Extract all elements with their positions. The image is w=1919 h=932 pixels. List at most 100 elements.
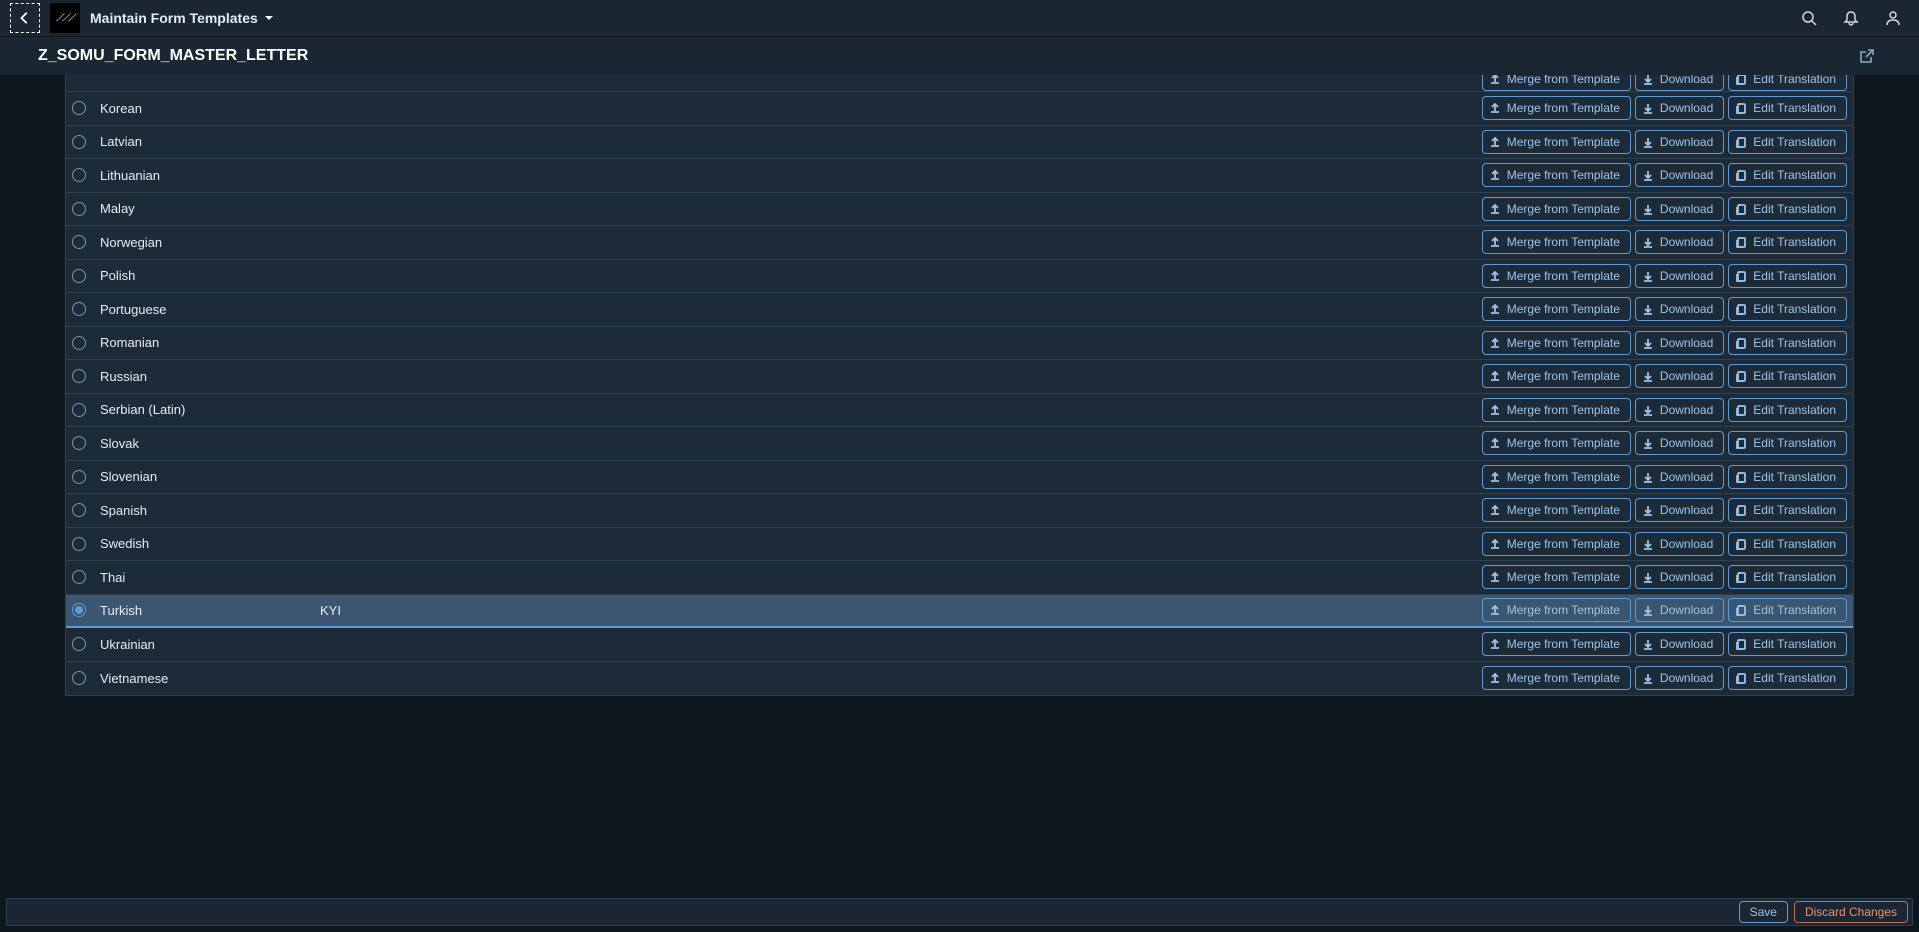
user-button[interactable] <box>1877 2 1909 34</box>
download-button[interactable]: Download <box>1635 598 1724 622</box>
download-button[interactable]: Download <box>1635 264 1724 288</box>
table-row[interactable]: SwedishMerge from TemplateDownloadEdit T… <box>66 528 1853 562</box>
row-radio[interactable] <box>72 403 86 417</box>
table-row[interactable]: ThaiMerge from TemplateDownloadEdit Tran… <box>66 561 1853 595</box>
merge-from-template-button[interactable]: Merge from Template <box>1482 465 1631 489</box>
edit-translation-button[interactable]: Edit Translation <box>1728 264 1847 288</box>
back-button[interactable] <box>10 3 40 33</box>
download-button[interactable]: Download <box>1635 431 1724 455</box>
row-radio[interactable] <box>72 570 86 584</box>
merge-from-template-button[interactable]: Merge from Template <box>1482 565 1631 589</box>
merge-from-template-button[interactable]: Merge from Template <box>1482 264 1631 288</box>
download-button[interactable]: Download <box>1635 331 1724 355</box>
edit-translation-button[interactable]: Edit Translation <box>1728 565 1847 589</box>
edit-translation-button[interactable]: Edit Translation <box>1728 465 1847 489</box>
download-button[interactable]: Download <box>1635 197 1724 221</box>
row-radio[interactable] <box>72 503 86 517</box>
row-radio[interactable] <box>72 135 86 149</box>
table-row[interactable]: KoreanMerge from TemplateDownloadEdit Tr… <box>66 92 1853 126</box>
table-row[interactable]: RomanianMerge from TemplateDownloadEdit … <box>66 327 1853 361</box>
download-button[interactable]: Download <box>1635 565 1724 589</box>
table-row[interactable]: SpanishMerge from TemplateDownloadEdit T… <box>66 494 1853 528</box>
download-button[interactable]: Download <box>1635 666 1724 690</box>
search-button[interactable] <box>1793 2 1825 34</box>
merge-from-template-button[interactable]: Merge from Template <box>1482 364 1631 388</box>
merge-from-template-button[interactable]: Merge from Template <box>1482 498 1631 522</box>
edit-translation-button[interactable]: Edit Translation <box>1728 75 1847 91</box>
edit-translation-button[interactable]: Edit Translation <box>1728 398 1847 422</box>
edit-translation-button[interactable]: Edit Translation <box>1728 130 1847 154</box>
table-row[interactable]: SlovenianMerge from TemplateDownloadEdit… <box>66 461 1853 495</box>
download-button[interactable]: Download <box>1635 532 1724 556</box>
merge-from-template-button[interactable]: Merge from Template <box>1482 197 1631 221</box>
edit-translation-button[interactable]: Edit Translation <box>1728 598 1847 622</box>
edit-translation-button[interactable]: Edit Translation <box>1728 331 1847 355</box>
download-button[interactable]: Download <box>1635 465 1724 489</box>
merge-from-template-button[interactable]: Merge from Template <box>1482 532 1631 556</box>
edit-translation-button[interactable]: Edit Translation <box>1728 364 1847 388</box>
download-button[interactable]: Download <box>1635 297 1724 321</box>
edit-translation-button[interactable]: Edit Translation <box>1728 197 1847 221</box>
row-radio[interactable] <box>72 671 86 685</box>
download-button[interactable]: Download <box>1635 75 1724 91</box>
table-row[interactable]: SlovakMerge from TemplateDownloadEdit Tr… <box>66 427 1853 461</box>
merge-from-template-button[interactable]: Merge from Template <box>1482 75 1631 91</box>
download-button[interactable]: Download <box>1635 398 1724 422</box>
merge-from-template-button[interactable]: Merge from Template <box>1482 598 1631 622</box>
table-row[interactable]: TurkishKYIMerge from TemplateDownloadEdi… <box>66 595 1853 629</box>
row-radio[interactable] <box>72 369 86 383</box>
edit-translation-button[interactable]: Edit Translation <box>1728 230 1847 254</box>
share-button[interactable] <box>1853 42 1881 70</box>
row-radio[interactable] <box>72 269 86 283</box>
table-row[interactable]: MalayMerge from TemplateDownloadEdit Tra… <box>66 193 1853 227</box>
notifications-button[interactable] <box>1835 2 1867 34</box>
edit-translation-button[interactable]: Edit Translation <box>1728 498 1847 522</box>
merge-from-template-button[interactable]: Merge from Template <box>1482 163 1631 187</box>
row-radio[interactable] <box>72 302 86 316</box>
merge-from-template-button[interactable]: Merge from Template <box>1482 398 1631 422</box>
edit-translation-button[interactable]: Edit Translation <box>1728 163 1847 187</box>
merge-from-template-button[interactable]: Merge from Template <box>1482 130 1631 154</box>
download-button[interactable]: Download <box>1635 364 1724 388</box>
table-row[interactable]: VietnameseMerge from TemplateDownloadEdi… <box>66 662 1853 696</box>
row-radio[interactable] <box>72 168 86 182</box>
merge-from-template-button[interactable]: Merge from Template <box>1482 297 1631 321</box>
edit-translation-button[interactable]: Edit Translation <box>1728 632 1847 656</box>
row-radio[interactable] <box>72 336 86 350</box>
table-row[interactable]: UkrainianMerge from TemplateDownloadEdit… <box>66 628 1853 662</box>
table-row[interactable]: Serbian (Latin)Merge from TemplateDownlo… <box>66 394 1853 428</box>
table-row[interactable]: PolishMerge from TemplateDownloadEdit Tr… <box>66 260 1853 294</box>
table-row[interactable]: Merge from TemplateDownloadEdit Translat… <box>66 75 1853 92</box>
edit-translation-button[interactable]: Edit Translation <box>1728 532 1847 556</box>
download-button[interactable]: Download <box>1635 96 1724 120</box>
table-row[interactable]: LithuanianMerge from TemplateDownloadEdi… <box>66 159 1853 193</box>
download-button[interactable]: Download <box>1635 498 1724 522</box>
edit-translation-button[interactable]: Edit Translation <box>1728 297 1847 321</box>
download-button[interactable]: Download <box>1635 130 1724 154</box>
download-button[interactable]: Download <box>1635 632 1724 656</box>
table-row[interactable]: LatvianMerge from TemplateDownloadEdit T… <box>66 126 1853 160</box>
row-radio[interactable] <box>72 436 86 450</box>
table-row[interactable]: RussianMerge from TemplateDownloadEdit T… <box>66 360 1853 394</box>
edit-translation-button[interactable]: Edit Translation <box>1728 96 1847 120</box>
app-title-dropdown[interactable]: Maintain Form Templates <box>90 10 274 26</box>
table-row[interactable]: NorwegianMerge from TemplateDownloadEdit… <box>66 226 1853 260</box>
discard-changes-button[interactable]: Discard Changes <box>1794 901 1908 923</box>
edit-translation-button[interactable]: Edit Translation <box>1728 431 1847 455</box>
save-button[interactable]: Save <box>1739 901 1788 923</box>
merge-from-template-button[interactable]: Merge from Template <box>1482 96 1631 120</box>
row-radio[interactable] <box>72 637 86 651</box>
merge-from-template-button[interactable]: Merge from Template <box>1482 666 1631 690</box>
merge-from-template-button[interactable]: Merge from Template <box>1482 331 1631 355</box>
download-button[interactable]: Download <box>1635 230 1724 254</box>
row-radio[interactable] <box>72 470 86 484</box>
merge-from-template-button[interactable]: Merge from Template <box>1482 431 1631 455</box>
merge-from-template-button[interactable]: Merge from Template <box>1482 632 1631 656</box>
row-radio[interactable] <box>72 603 86 617</box>
row-radio[interactable] <box>72 235 86 249</box>
row-radio[interactable] <box>72 537 86 551</box>
download-button[interactable]: Download <box>1635 163 1724 187</box>
row-radio[interactable] <box>72 202 86 216</box>
table-row[interactable]: PortugueseMerge from TemplateDownloadEdi… <box>66 293 1853 327</box>
edit-translation-button[interactable]: Edit Translation <box>1728 666 1847 690</box>
